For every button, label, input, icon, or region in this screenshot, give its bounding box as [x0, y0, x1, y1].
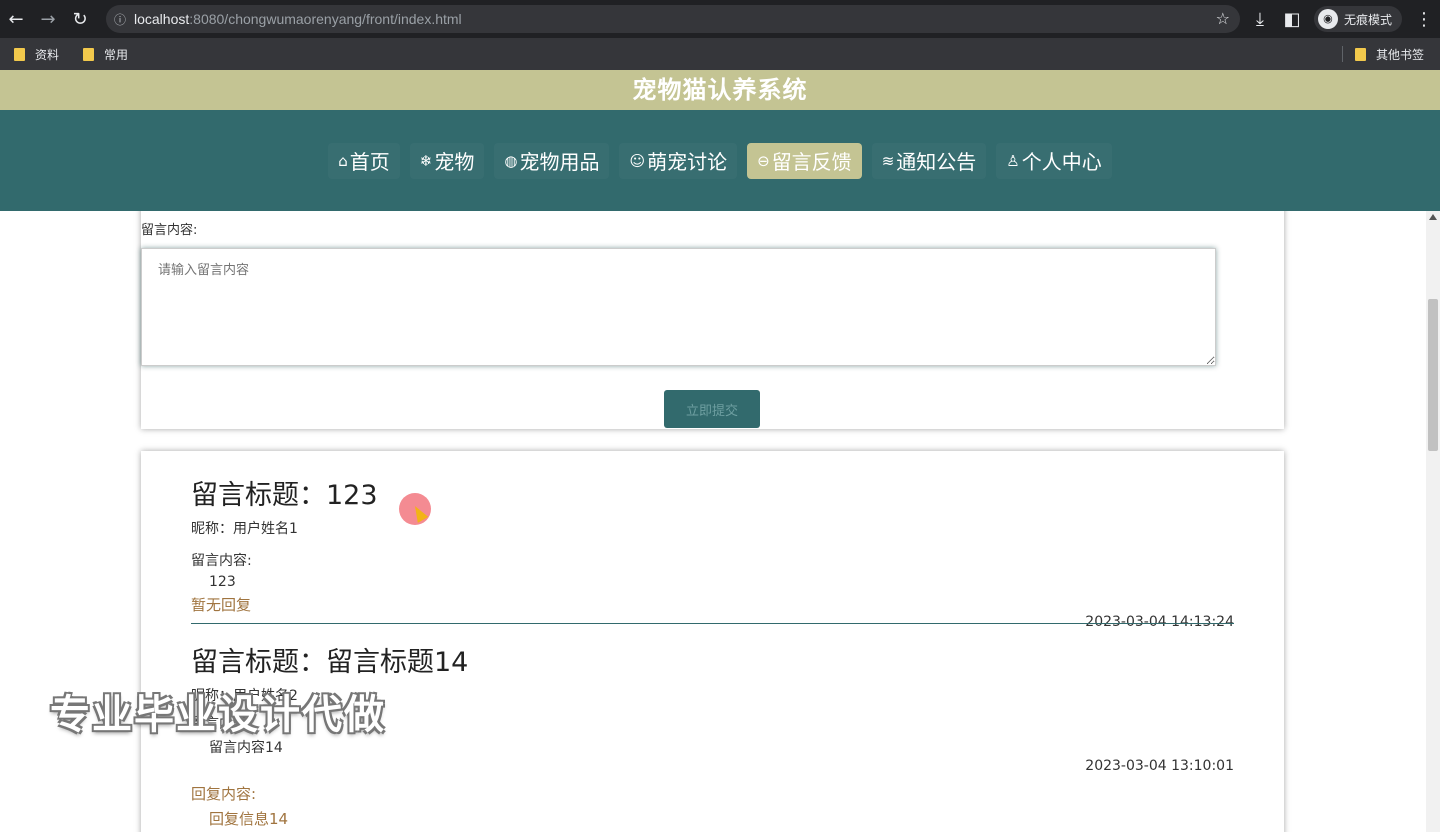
other-bookmarks-label: 其他书签 — [1375, 47, 1424, 62]
main-nav: ⌂ 首页 ❄ 宠物 ◍ 宠物用品 ☺ 萌宠讨论 ⊖ 留言反馈 ≋ 通知公告 ♙ 个人中心 — [0, 110, 1440, 211]
home-icon: ⌂ — [338, 151, 348, 170]
nav-label: 个人中心 — [1021, 150, 1102, 174]
address-bar[interactable]: ⓘ localhost:8080/chongwumaorenyang/front… — [106, 5, 1240, 33]
message-content: 留言内容14 — [209, 740, 283, 756]
site-title: 宠物猫认养系统 — [632, 76, 808, 104]
bookmarks-bar: 资料 常用 其他书签 — [0, 38, 1440, 70]
browser-toolbar: ← → ↻ ⓘ localhost:8080/chongwumaorenyang… — [0, 0, 1440, 38]
folder-icon — [83, 47, 95, 61]
sidebar-icon[interactable]: ◧ — [1276, 3, 1308, 35]
message-icon: ⊖ — [757, 151, 770, 170]
message-content-label: 留言内容: — [191, 553, 252, 569]
bookmark-label: 资料 — [35, 47, 60, 62]
message-nickname: 昵称：用户姓名1 — [191, 521, 298, 537]
menu-icon[interactable]: ⋮ — [1408, 3, 1440, 35]
content-textarea[interactable] — [141, 248, 1216, 366]
feedback-form: 留言内容: 立即提交 — [141, 211, 1284, 429]
back-icon[interactable]: ← — [0, 3, 32, 35]
folder-icon — [14, 47, 25, 61]
message-content: 123 — [209, 574, 236, 590]
message-title: 留言标题：留言标题14 — [191, 647, 469, 678]
bookmark-label: 常用 — [104, 47, 129, 62]
page-scrollbar[interactable] — [1426, 211, 1440, 832]
folder-icon — [1354, 47, 1366, 61]
watermark-text: 专业毕业设计代做 — [50, 692, 386, 738]
forward-icon[interactable]: → — [32, 3, 64, 35]
nav-profile[interactable]: ♙ 个人中心 — [996, 143, 1111, 179]
message-time: 2023-03-04 14:13:24 — [1085, 614, 1234, 630]
scroll-up-icon[interactable] — [1429, 214, 1437, 220]
nav-notices[interactable]: ≋ 通知公告 — [872, 143, 987, 179]
message-divider — [191, 623, 1234, 624]
reply-label: 回复内容: — [191, 785, 257, 803]
bookmark-folder-1[interactable]: 资料 — [14, 46, 59, 63]
message-time: 2023-03-04 13:10:01 — [1085, 758, 1234, 774]
nav-label: 留言反馈 — [771, 150, 852, 174]
url-path: :8080/chongwumaorenyang/front/index.html — [189, 11, 462, 27]
site-info-icon[interactable]: ⓘ — [106, 11, 134, 28]
nav-pet-supplies[interactable]: ◍ 宠物用品 — [494, 143, 609, 179]
message-title: 留言标题：123 — [191, 480, 378, 511]
site-header: 宠物猫认养系统 — [0, 70, 1440, 110]
nav-feedback[interactable]: ⊖ 留言反馈 — [747, 142, 862, 179]
content-label: 留言内容: — [141, 223, 198, 238]
reload-icon[interactable]: ↻ — [64, 3, 96, 35]
incognito-icon: ◉ — [1317, 9, 1338, 29]
bookmark-star-icon[interactable]: ☆ — [1216, 9, 1230, 28]
message-reply: 暂无回复 — [191, 596, 252, 614]
bookmark-separator — [1341, 46, 1343, 62]
scroll-thumb[interactable] — [1428, 299, 1438, 451]
url-host: localhost — [134, 11, 190, 27]
message-reply: 回复信息14 — [209, 810, 289, 828]
nav-discussion[interactable]: ☺ 萌宠讨论 — [619, 143, 737, 179]
user-icon: ♙ — [1006, 151, 1020, 170]
nav-label: 首页 — [349, 150, 390, 174]
layers-icon: ≋ — [881, 151, 895, 170]
nav-pets[interactable]: ❄ 宠物 — [410, 143, 485, 179]
download-icon[interactable]: ⤓ — [1244, 3, 1276, 35]
smile-icon: ☺ — [629, 151, 646, 170]
snowflake-icon: ❄ — [419, 151, 433, 170]
nav-label: 萌宠讨论 — [647, 150, 728, 174]
nav-label: 宠物 — [434, 150, 475, 174]
submit-button[interactable]: 立即提交 — [664, 390, 760, 428]
message-list: 留言标题：123 昵称：用户姓名1 留言内容: 123 暂无回复 2023-03… — [141, 451, 1284, 832]
incognito-badge[interactable]: ◉ 无痕模式 — [1313, 6, 1402, 32]
bookmark-folder-2[interactable]: 常用 — [83, 46, 128, 63]
other-bookmarks[interactable]: 其他书签 — [1354, 46, 1424, 63]
nav-label: 宠物用品 — [519, 150, 600, 174]
incognito-label: 无痕模式 — [1343, 12, 1392, 27]
nav-label: 通知公告 — [896, 150, 977, 174]
message-item: 留言标题：123 昵称：用户姓名1 留言内容: 123 暂无回复 2023-03… — [191, 473, 1234, 630]
globe-icon: ◍ — [504, 151, 518, 170]
nav-home[interactable]: ⌂ 首页 — [328, 143, 400, 179]
